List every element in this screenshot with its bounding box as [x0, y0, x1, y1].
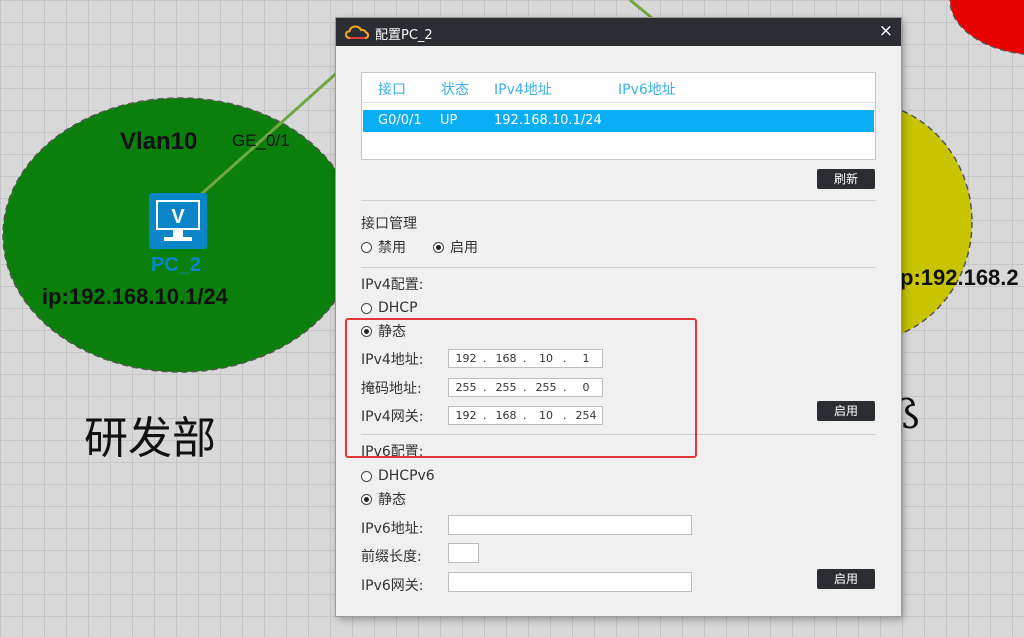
- pc-icon[interactable]: V: [149, 193, 207, 249]
- ipv6-config-title: IPv6配置:: [361, 444, 424, 460]
- dialog-titlebar[interactable]: 配置PC_2 ×: [336, 18, 901, 46]
- octet-separator: .: [563, 409, 567, 422]
- gw-octet-2[interactable]: 168: [491, 409, 521, 422]
- interface-table: 接口 状态 IPv4地址 IPv6地址 G0/0/1 UP 192.168.10…: [361, 72, 876, 160]
- divider: [361, 200, 876, 201]
- octet-separator: .: [563, 352, 567, 365]
- mask-octet-2[interactable]: 255: [491, 381, 521, 394]
- octet-separator: .: [483, 381, 487, 394]
- disable-radio-label: 禁用: [378, 240, 406, 256]
- ipv4-dhcp-radio[interactable]: DHCP: [361, 300, 418, 316]
- row-status: UP: [440, 113, 458, 128]
- ipv4-dhcp-label: DHCP: [378, 300, 418, 316]
- ipv4-address-label: IPv4地址:: [361, 352, 424, 368]
- table-header-ipv6: IPv6地址: [618, 82, 676, 98]
- right-ip-label: p:192.168.2: [900, 265, 1019, 290]
- enable-radio[interactable]: 启用: [433, 237, 478, 257]
- prefix-length-input[interactable]: [448, 543, 479, 563]
- octet-separator: .: [483, 352, 487, 365]
- ipv6-dhcp-label: DHCPv6: [378, 468, 435, 484]
- ipv4-addr-octet-3[interactable]: 10: [531, 352, 561, 365]
- svg-text:V: V: [171, 206, 185, 228]
- mask-address-field[interactable]: 255 . 255 . 255 . 0: [448, 378, 603, 397]
- ipv6-address-input[interactable]: [448, 515, 692, 535]
- radio-ipv4-static-circle[interactable]: [361, 325, 372, 337]
- divider: [361, 434, 876, 435]
- gw-octet-1[interactable]: 192: [451, 409, 481, 422]
- radio-ipv6-static-circle[interactable]: [361, 493, 372, 505]
- ipv6-static-label: 静态: [378, 492, 406, 508]
- ipv4-apply-button[interactable]: 启用: [817, 401, 875, 421]
- ipv6-address-label: IPv6地址:: [361, 521, 424, 537]
- prefix-length-label: 前缀长度:: [361, 549, 422, 565]
- ipv4-address-field[interactable]: 192 . 168 . 10 . 1: [448, 349, 603, 368]
- enable-radio-label: 启用: [450, 240, 478, 256]
- ipv4-addr-octet-2[interactable]: 168: [491, 352, 521, 365]
- octet-separator: .: [523, 381, 527, 394]
- divider: [361, 267, 876, 268]
- ipv6-static-radio[interactable]: 静态: [361, 489, 406, 509]
- pc-name-label: PC_2: [151, 254, 202, 276]
- octet-separator: .: [523, 352, 527, 365]
- row-interface: G0/0/1: [378, 113, 422, 128]
- row-ipv4: 192.168.10.1/24: [494, 113, 602, 128]
- octet-separator: .: [483, 409, 487, 422]
- port-label: GE_0/1: [232, 131, 290, 150]
- gw-octet-3[interactable]: 10: [531, 409, 561, 422]
- mask-address-label: 掩码地址:: [361, 381, 422, 397]
- octet-separator: .: [563, 381, 567, 394]
- mask-octet-4[interactable]: 0: [571, 381, 601, 394]
- table-header-divider: [362, 102, 875, 103]
- ipv4-gateway-field[interactable]: 192 . 168 . 10 . 254: [448, 406, 603, 425]
- cloud-icon: [345, 25, 369, 39]
- gw-octet-4[interactable]: 254: [571, 409, 601, 422]
- disable-radio[interactable]: 禁用: [361, 237, 406, 257]
- red-zone: [949, 0, 1024, 55]
- config-dialog: 配置PC_2 × 接口 状态 IPv4地址 IPv6地址 G0/0/1 UP 1…: [336, 18, 901, 616]
- pc-ip-label: ip:192.168.10.1/24: [42, 284, 228, 309]
- table-row[interactable]: G0/0/1 UP 192.168.10.1/24: [363, 110, 874, 132]
- radio-enable-circle[interactable]: [433, 241, 444, 253]
- radio-ipv6-dhcp-circle[interactable]: [361, 470, 372, 482]
- ipv4-gateway-label: IPv4网关:: [361, 409, 424, 425]
- ipv4-addr-octet-4[interactable]: 1: [571, 352, 601, 365]
- ipv6-gateway-label: IPv6网关:: [361, 578, 424, 594]
- interface-mgmt-title: 接口管理: [361, 216, 417, 232]
- department-label: 研发部: [84, 413, 216, 464]
- close-button[interactable]: ×: [879, 21, 893, 41]
- refresh-button[interactable]: 刷新: [817, 169, 875, 189]
- table-header-ipv4: IPv4地址: [494, 82, 552, 98]
- mask-octet-3[interactable]: 255: [531, 381, 561, 394]
- link-top: [629, 0, 653, 20]
- vlan-label: Vlan10: [120, 128, 198, 155]
- ipv6-gateway-input[interactable]: [448, 572, 692, 592]
- radio-ipv4-dhcp-circle[interactable]: [361, 302, 372, 314]
- table-header-interface: 接口: [378, 82, 406, 98]
- ipv6-dhcp-radio[interactable]: DHCPv6: [361, 468, 435, 484]
- ipv4-addr-octet-1[interactable]: 192: [451, 352, 481, 365]
- ipv6-apply-button[interactable]: 启用: [817, 569, 875, 589]
- ipv4-config-title: IPv4配置:: [361, 277, 424, 293]
- table-header-status: 状态: [441, 82, 469, 98]
- mask-octet-1[interactable]: 255: [451, 381, 481, 394]
- ipv4-static-radio[interactable]: 静态: [361, 321, 406, 341]
- ipv4-static-label: 静态: [378, 324, 406, 340]
- radio-disable-circle[interactable]: [361, 241, 372, 253]
- octet-separator: .: [523, 409, 527, 422]
- dialog-title: 配置PC_2: [375, 28, 433, 43]
